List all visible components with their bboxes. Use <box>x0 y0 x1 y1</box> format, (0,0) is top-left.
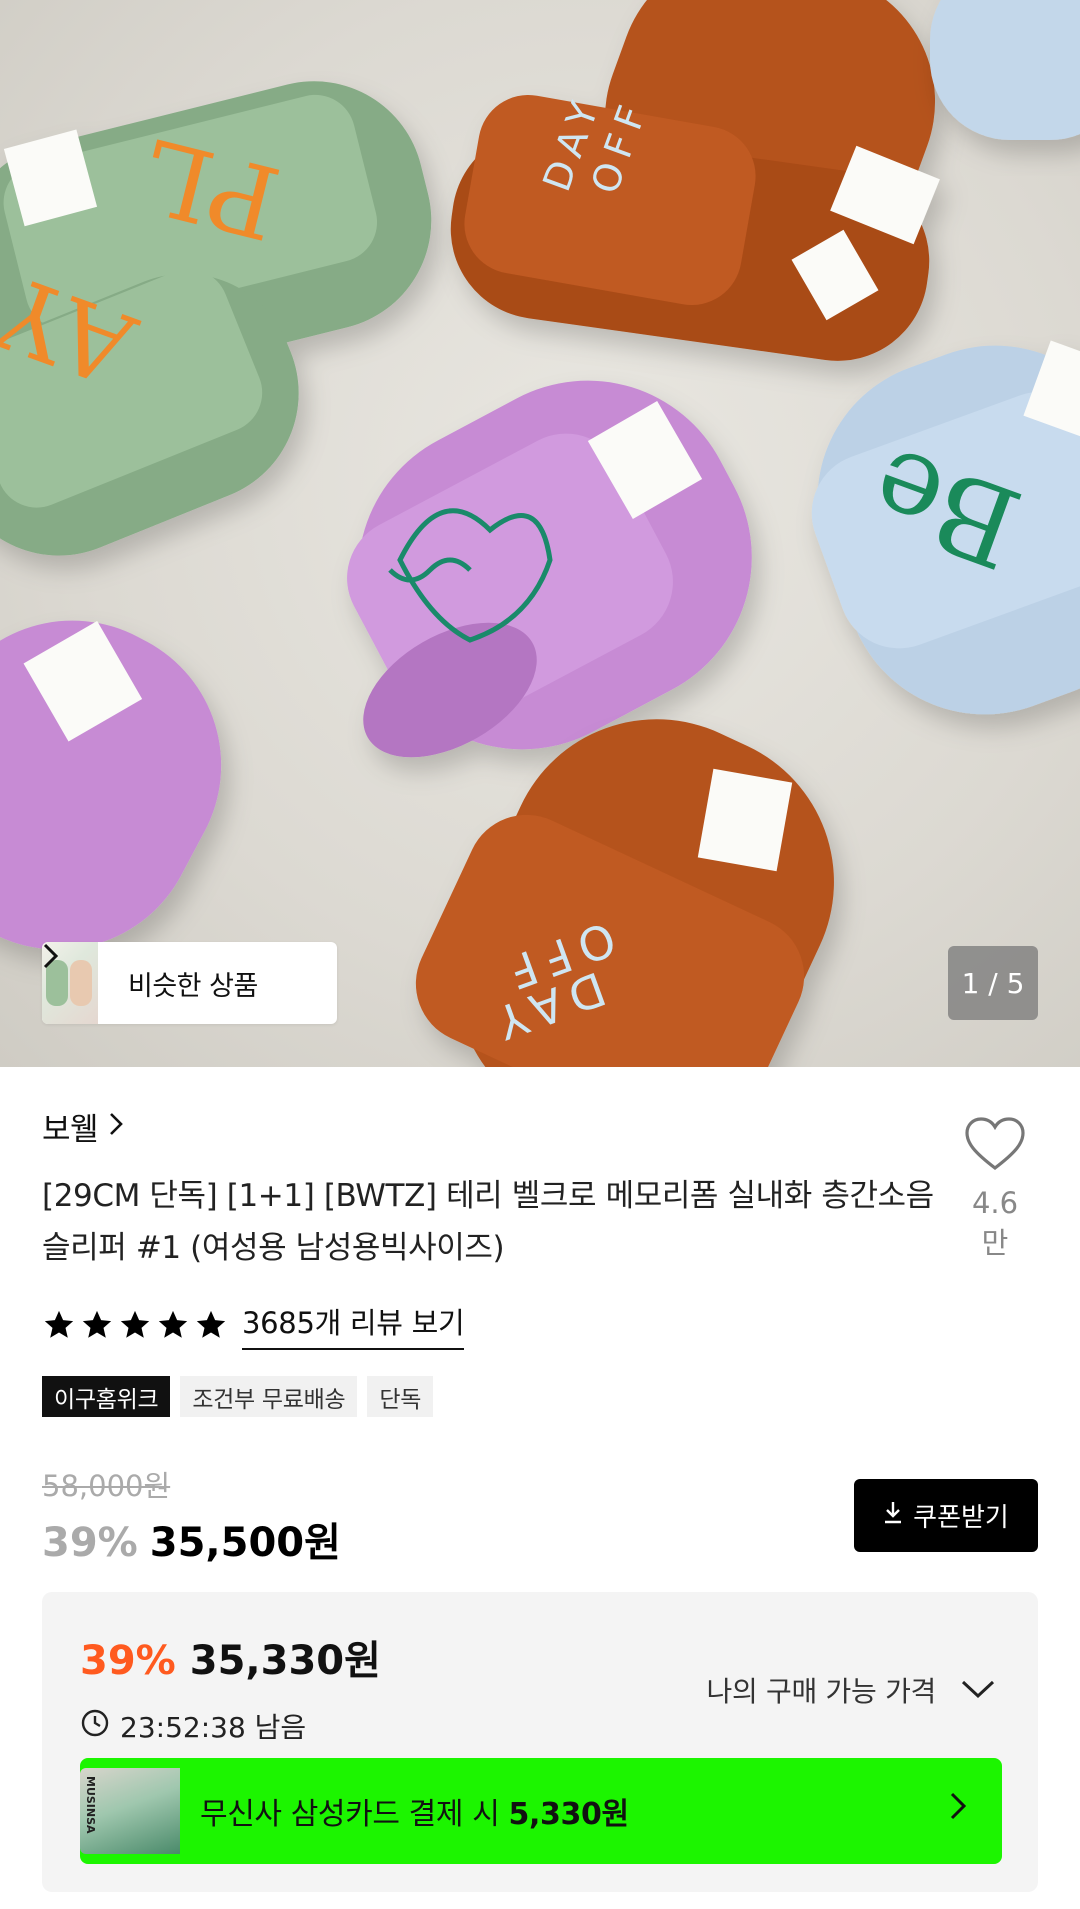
product-title: [29CM 단독] [1+1] [BWTZ] 테리 벨크로 메모리폼 실내화 층… <box>42 1178 934 1266</box>
star-icon <box>158 1310 188 1338</box>
product-image-carousel[interactable]: PL AY DAY OFF Be OFF DAY 비슷한 상품 1 / 5 <box>0 0 1080 1067</box>
download-icon <box>883 1500 903 1531</box>
image-page-counter: 1 / 5 <box>948 946 1038 1020</box>
tag-badge: 이구홈위크 <box>42 1376 171 1417</box>
chevron-down-icon <box>960 1674 996 1707</box>
card-image: MUSINSA <box>80 1768 180 1854</box>
original-price: 58,000원 <box>42 1469 171 1503</box>
star-icon <box>196 1310 226 1338</box>
my-price-label: 나의 구매 가능 가격 <box>706 1675 937 1708</box>
rust-slipper-top <box>450 0 940 361</box>
my-price-toggle[interactable]: 나의 구매 가능 가격 <box>707 1670 996 1710</box>
brand-name: 보웰 <box>42 1112 99 1148</box>
star-icon <box>44 1310 74 1338</box>
star-icon <box>120 1310 150 1338</box>
coupon-label: 쿠폰받기 <box>913 1503 1009 1533</box>
wishlist-button[interactable]: 4.6만 <box>960 1116 1030 1262</box>
lilac-slipper-center <box>347 380 752 758</box>
discount-percent: 39% <box>42 1520 138 1566</box>
best-discount-percent: 39% <box>80 1638 176 1684</box>
get-coupon-button[interactable]: 쿠폰받기 <box>854 1479 1038 1552</box>
chevron-right-icon <box>948 1790 968 1826</box>
best-price: 35,330원 <box>189 1638 381 1684</box>
product-photo: PL AY DAY OFF Be OFF DAY <box>0 0 1080 1067</box>
star-icon <box>82 1310 112 1338</box>
review-link[interactable]: 3685개 리뷰 보기 <box>242 1300 465 1350</box>
clock-icon <box>80 1708 110 1745</box>
best-price-panel: 39% 35,330원 23:52:38 남음 나의 구매 가능 가격 MUSI… <box>42 1592 1038 1892</box>
tag-badge: 조건부 무료배송 <box>180 1376 358 1417</box>
sale-price: 35,500원 <box>149 1520 341 1566</box>
chevron-right-icon <box>108 1109 124 1145</box>
countdown-timer: 23:52:38 남음 <box>80 1706 306 1746</box>
heart-icon <box>964 1117 1026 1176</box>
wishlist-count: 4.6만 <box>971 1186 1019 1260</box>
similar-products-label: 비슷한 상품 <box>128 970 258 1002</box>
lilac-slipper-left <box>0 620 222 950</box>
sale-price-row: 39% 35,500원 <box>42 1510 341 1568</box>
rating-row: 3685개 리뷰 보기 <box>42 1300 465 1350</box>
best-price-row: 39% 35,330원 <box>80 1628 381 1686</box>
card-promo-banner[interactable]: MUSINSA 무신사 삼성카드 결제 시 5,330원 <box>80 1758 1002 1864</box>
timer-text: 23:52:38 남음 <box>120 1711 307 1744</box>
tag-badge: 단독 <box>367 1376 434 1417</box>
card-promo-amount: 5,330원 <box>508 1797 629 1832</box>
star-rating <box>42 1308 228 1342</box>
similar-products-button[interactable]: 비슷한 상품 <box>42 942 337 1024</box>
brand-link[interactable]: 보웰 <box>42 1104 124 1149</box>
product-tags: 이구홈위크 조건부 무료배송 단독 <box>42 1376 434 1417</box>
card-promo-text: 무신사 삼성카드 결제 시 5,330원 <box>200 1797 629 1832</box>
